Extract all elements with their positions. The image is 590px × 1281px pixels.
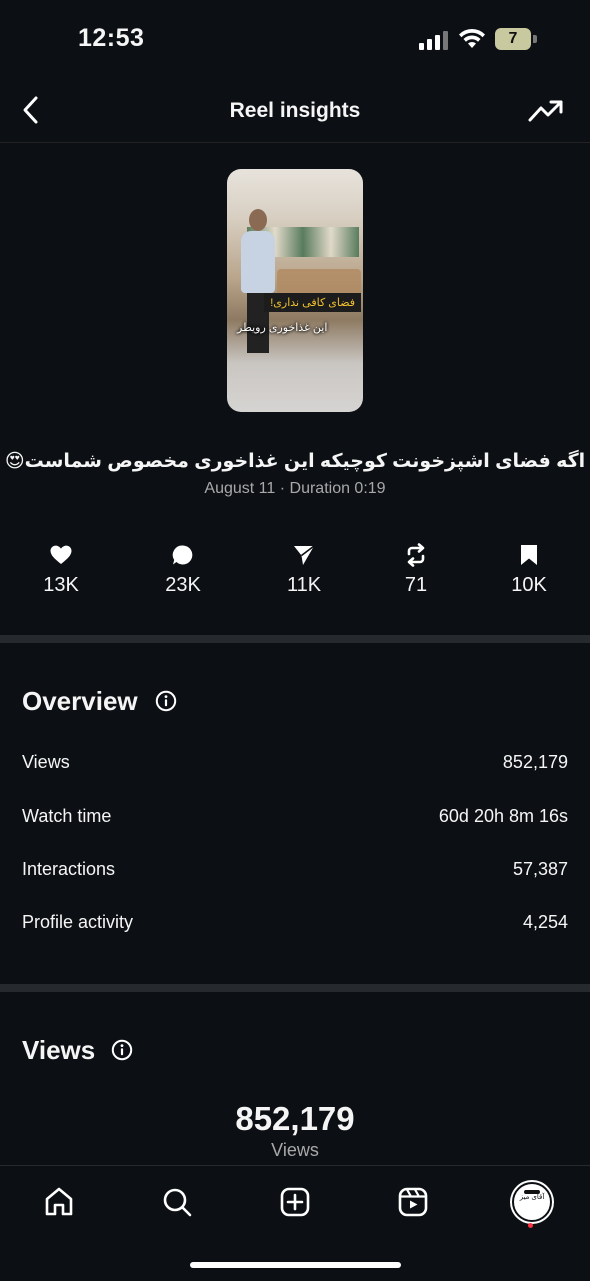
info-icon[interactable]: [155, 690, 177, 712]
row-label: Views: [22, 752, 70, 772]
divider: [0, 635, 590, 643]
row-value: 4,254: [522, 912, 568, 932]
battery-level: 7: [508, 30, 518, 47]
row-label: Profile activity: [22, 912, 134, 932]
row-value: 60d 20h 8m 16s: [438, 806, 568, 826]
row-value: 57,387: [512, 859, 568, 879]
saves-stat: 10K: [484, 543, 574, 597]
trending-icon[interactable]: [526, 96, 566, 126]
status-bar: 12:53 7: [0, 0, 590, 80]
divider: [0, 984, 590, 992]
views-total-label: Views: [271, 1140, 319, 1160]
page-title: Reel insights: [229, 99, 361, 122]
notification-dot: [528, 1223, 533, 1228]
battery-cap: [533, 35, 537, 43]
likes-count: 13K: [43, 574, 79, 596]
reels-icon: [398, 1187, 428, 1217]
thumbnail-caption-1: فضای کافی نداری!: [264, 293, 361, 312]
share-icon: [294, 545, 315, 565]
comments-stat: 23K: [138, 543, 228, 597]
home-indicator: [190, 1262, 401, 1268]
wifi-icon: [459, 28, 485, 48]
reel-meta: August 11 · Duration 0:19: [204, 480, 386, 497]
views-total: 852,179: [235, 1100, 355, 1137]
thumbnail-person: [249, 209, 267, 231]
shares-count: 11K: [286, 574, 322, 596]
battery-icon: 7: [495, 28, 531, 50]
home-icon: [45, 1187, 73, 1216]
saves-count: 10K: [511, 574, 547, 596]
overview-title: Overview: [22, 686, 138, 716]
info-icon[interactable]: [111, 1039, 133, 1061]
row-label: Watch time: [22, 806, 112, 826]
tab-search[interactable]: [157, 1182, 197, 1222]
comment-icon: [172, 545, 193, 565]
reposts-stat: 71: [371, 543, 461, 597]
likes-stat: 13K: [16, 543, 106, 597]
comments-count: 23K: [165, 574, 201, 596]
row-value: 852,179: [502, 752, 568, 772]
profile-avatar[interactable]: آقای میز: [512, 1182, 552, 1222]
overview-row-watch-time[interactable]: Watch time 60d 20h 8m 16s: [22, 806, 568, 836]
header: Reel insights: [0, 80, 590, 143]
reel-caption: اگه فضای اشپزخونت کوچیکه این غذاخوری مخص…: [4, 451, 586, 472]
overview-row-views[interactable]: Views 852,179: [22, 752, 568, 782]
engagement-stats: 13K 23K 11K 71 10K: [0, 543, 590, 603]
views-title: Views: [22, 1035, 96, 1065]
bookmark-icon: [521, 545, 537, 565]
cellular-signal-icon: [419, 31, 448, 50]
thumbnail-person-body: [241, 231, 275, 293]
tab-create[interactable]: [275, 1182, 315, 1222]
heart-icon: [50, 545, 72, 564]
overview-row-interactions[interactable]: Interactions 57,387: [22, 859, 568, 889]
tab-reels[interactable]: [393, 1182, 433, 1222]
shares-stat: 11K: [259, 543, 349, 597]
row-label: Interactions: [22, 859, 116, 879]
repost-icon: [407, 543, 425, 567]
reel-thumbnail[interactable]: فضای کافی نداری! این غذاخوری رویطر: [227, 169, 363, 412]
tab-home[interactable]: [39, 1182, 79, 1222]
thumbnail-caption-2: این غذاخوری رویطر: [237, 322, 328, 334]
search-icon: [163, 1188, 192, 1217]
reposts-count: 71: [404, 574, 428, 596]
create-icon: [280, 1187, 310, 1217]
overview-row-profile-activity[interactable]: Profile activity 4,254: [22, 912, 568, 942]
status-time: 12:53: [78, 24, 145, 52]
avatar-text: آقای میز: [519, 1194, 545, 1201]
